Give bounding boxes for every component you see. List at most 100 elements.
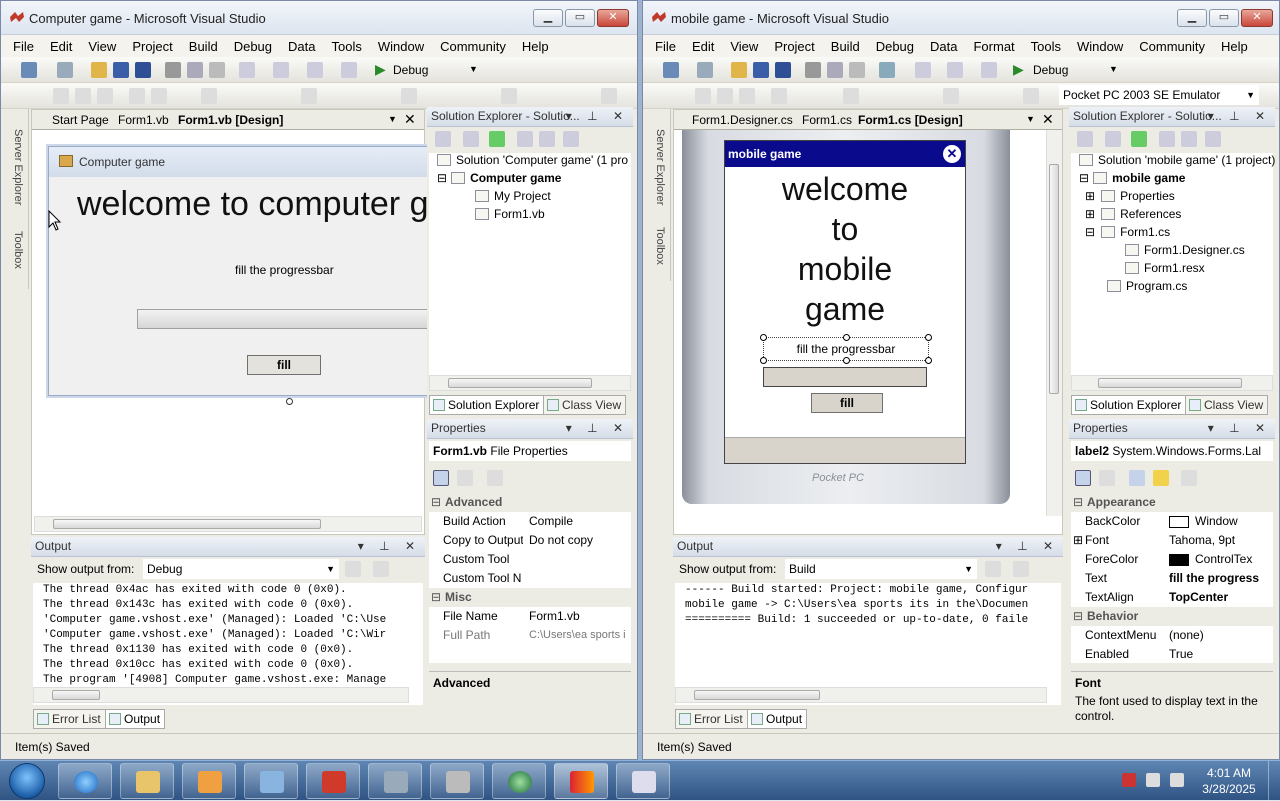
align-lefts-icon[interactable] [53, 88, 69, 104]
find-message-icon[interactable] [985, 561, 1001, 577]
resize-handle[interactable] [286, 398, 293, 405]
prop-value[interactable]: Tahoma, 9pt [1169, 531, 1235, 550]
prop-value[interactable]: Window [1195, 512, 1238, 531]
solution-config-dropdown[interactable]: Debug [393, 61, 481, 79]
collapse-icon[interactable]: ⊟ [1085, 225, 1095, 239]
pin-icon[interactable]: ▾ ⊥ ✕ [358, 537, 421, 556]
menu-build[interactable]: Build [181, 39, 226, 54]
toolbox-tab[interactable]: Toolbox [12, 231, 24, 269]
expand-icon[interactable]: ⊞ [1085, 189, 1095, 203]
alphabetical-icon[interactable] [457, 470, 473, 486]
tree-my-project[interactable]: My Project [475, 189, 551, 203]
properties-view-icon[interactable] [1129, 470, 1145, 486]
taskbar-toolbox[interactable] [306, 763, 360, 799]
prop-file-name[interactable]: File Name Form1.vb [429, 607, 631, 626]
prop-category-advanced[interactable]: ⊟ Advanced [429, 493, 631, 512]
tab-output[interactable]: Output [105, 709, 166, 729]
collapse-icon[interactable]: ⊟ [1079, 171, 1089, 185]
prop-font[interactable]: ⊞ Font Tahoma, 9pt [1071, 531, 1273, 550]
menu-data[interactable]: Data [280, 39, 323, 54]
prop-value[interactable]: C:\Users\ea sports i [529, 626, 629, 645]
spacing-icon[interactable] [943, 88, 959, 104]
tree-form1-cs[interactable]: ⊟ Form1.cs [1085, 225, 1170, 239]
menu-tools[interactable]: Tools [323, 39, 369, 54]
refresh-icon[interactable] [1131, 131, 1147, 147]
paste-icon[interactable] [849, 62, 865, 78]
tab-error-list[interactable]: Error List [675, 709, 748, 729]
selection-handle[interactable] [760, 334, 767, 341]
order-icon[interactable] [501, 88, 517, 104]
tree-project[interactable]: ⊟ Computer game [437, 171, 561, 185]
server-explorer-tab[interactable]: Server Explorer [12, 129, 24, 205]
tree-solution[interactable]: Solution 'mobile game' (1 project) [1079, 153, 1275, 167]
tree-form1-designer-cs[interactable]: Form1.Designer.cs [1125, 243, 1245, 257]
order-icon[interactable] [1023, 88, 1039, 104]
output-hscroll[interactable] [33, 687, 409, 703]
menu-edit[interactable]: Edit [42, 39, 80, 54]
properties-icon[interactable] [1077, 131, 1093, 147]
prop-value[interactable]: True [1169, 645, 1193, 664]
menu-view[interactable]: View [722, 39, 766, 54]
redo-icon[interactable] [273, 62, 289, 78]
target-device-dropdown[interactable]: Pocket PC 2003 SE Emulator ▼ [1059, 85, 1259, 105]
selection-handle[interactable] [925, 334, 932, 341]
prop-text[interactable]: Text fill the progress [1071, 569, 1273, 588]
prop-enabled[interactable]: Enabled True [1071, 645, 1273, 664]
tab-form1-cs-design[interactable]: Form1.cs [Design] [858, 113, 963, 127]
menu-debug[interactable]: Debug [868, 39, 922, 54]
taskbar-browser[interactable] [492, 763, 546, 799]
show-all-files-icon[interactable] [463, 131, 479, 147]
pin-icon[interactable]: ▾ ⊥ ✕ [1208, 107, 1271, 126]
properties-object-selector[interactable]: label2 System.Windows.Forms.Lal [1071, 441, 1273, 461]
maximize-button[interactable]: ▭ [1209, 9, 1239, 27]
taskbar-media[interactable] [182, 763, 236, 799]
output-from-dropdown[interactable]: Build ▼ [785, 559, 977, 579]
collapse-icon[interactable]: ⊟ [431, 588, 441, 607]
menu-window[interactable]: Window [1069, 39, 1131, 54]
tree-project[interactable]: ⊟ mobile game [1079, 171, 1185, 185]
prop-category-behavior[interactable]: ⊟ Behavior [1071, 607, 1273, 626]
start-button[interactable] [4, 761, 50, 801]
start-debug-icon[interactable]: ▶ [1013, 61, 1024, 78]
save-all-icon[interactable] [775, 62, 791, 78]
tree-references[interactable]: ⊞ References [1085, 207, 1181, 221]
new-project-icon[interactable] [663, 62, 679, 78]
tree-program-cs[interactable]: Program.cs [1107, 279, 1187, 293]
volume-icon[interactable] [1170, 773, 1184, 787]
tab-class-view[interactable]: Class View [1185, 395, 1269, 415]
view-code-icon[interactable] [517, 131, 533, 147]
new-project-icon[interactable] [21, 62, 37, 78]
tab-form1-cs[interactable]: Form1.cs [802, 113, 852, 127]
save-all-icon[interactable] [135, 62, 151, 78]
prop-custom-tool-namespace[interactable]: Custom Tool N [429, 569, 631, 588]
tree-properties[interactable]: ⊞ Properties [1085, 189, 1175, 203]
prop-value[interactable]: TopCenter [1169, 588, 1228, 607]
paste-icon[interactable] [209, 62, 225, 78]
navigate-icon[interactable] [947, 62, 963, 78]
prop-value[interactable]: Do not copy [529, 531, 593, 550]
add-item-icon[interactable] [697, 62, 713, 78]
menu-community[interactable]: Community [432, 39, 514, 54]
show-desktop-button[interactable] [1268, 761, 1280, 801]
make-same-size-icon[interactable] [843, 88, 859, 104]
fill-button[interactable]: fill [247, 355, 321, 375]
menu-format[interactable]: Format [965, 39, 1022, 54]
designer-vscroll[interactable] [1046, 130, 1062, 516]
align-tops-icon[interactable] [129, 88, 145, 104]
cut-icon[interactable] [805, 62, 821, 78]
pin-icon[interactable]: ▾ ⊥ ✕ [996, 537, 1059, 556]
close-button[interactable]: ✕ [597, 9, 629, 27]
tab-start-page[interactable]: Start Page [52, 113, 109, 127]
copy-icon[interactable] [187, 62, 203, 78]
clear-all-icon[interactable] [1013, 561, 1029, 577]
align-rights-icon[interactable] [97, 88, 113, 104]
close-doc-icon[interactable]: ✕ [1042, 111, 1054, 128]
taskbar-app[interactable] [430, 763, 484, 799]
prop-full-path[interactable]: Full Path C:\Users\ea sports i [429, 626, 631, 645]
prop-copy-to-output[interactable]: Copy to Output Do not copy [429, 531, 631, 550]
scroll-thumb[interactable] [52, 690, 100, 700]
scroll-thumb[interactable] [1098, 378, 1242, 388]
properties-object-selector[interactable]: Form1.vb File Properties [429, 441, 631, 461]
scroll-thumb[interactable] [1049, 164, 1059, 394]
selection-handle[interactable] [843, 357, 850, 364]
